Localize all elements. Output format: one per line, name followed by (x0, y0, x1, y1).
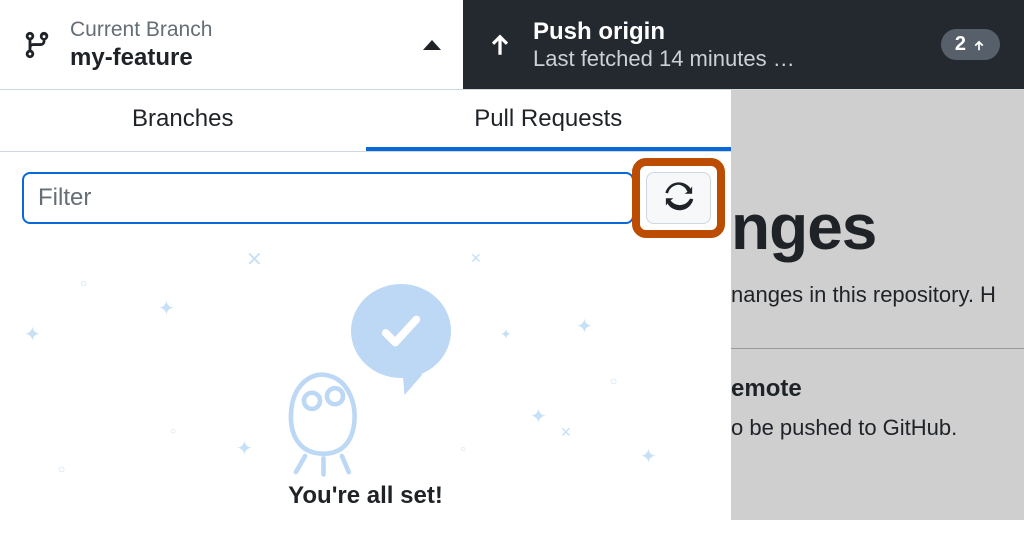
branch-text: Current Branch my-feature (70, 18, 405, 72)
bg-section-title-fragment: emote (731, 375, 1024, 403)
sync-icon (664, 181, 694, 216)
bg-heading-fragment: nges (731, 190, 1024, 264)
push-up-arrow-icon (487, 32, 513, 58)
illustration (266, 284, 466, 464)
branch-name: my-feature (70, 44, 405, 72)
push-text: Push origin Last fetched 14 minutes … (533, 18, 921, 72)
bg-sub-fragment: nanges in this repository. H (731, 282, 1024, 308)
robot-illustration (276, 364, 371, 484)
tabs: Branches Pull Requests (0, 90, 731, 152)
refresh-button[interactable] (646, 172, 711, 224)
top-toolbar: Current Branch my-feature Push origin La… (0, 0, 1024, 90)
current-branch-selector[interactable]: Current Branch my-feature (0, 0, 463, 89)
push-count-badge: 2 (941, 29, 1000, 60)
bg-section-body-fragment: o be pushed to GitHub. (731, 415, 1024, 441)
git-branch-icon (22, 30, 52, 60)
background-content: nges nanges in this repository. H emote … (731, 90, 1024, 520)
tab-pull-requests[interactable]: Pull Requests (366, 90, 732, 151)
chevron-up-icon (423, 40, 441, 50)
push-subtitle: Last fetched 14 minutes … (533, 46, 823, 72)
empty-state-heading: You're all set! (0, 482, 731, 510)
push-title: Push origin (533, 18, 921, 46)
arrow-up-icon (972, 38, 986, 52)
filter-row (0, 152, 731, 244)
branch-dropdown-panel: Branches Pull Requests ✦ ○ ○ ✦ ✕ ○ ✦ ✕ ✦… (0, 90, 731, 520)
empty-state: ✦ ○ ○ ✦ ✕ ○ ✦ ✕ ✦ ✦ ✦ ✕ ○ ✦ ○ (0, 244, 731, 534)
filter-input[interactable] (22, 172, 634, 224)
push-origin-button[interactable]: Push origin Last fetched 14 minutes … 2 (463, 0, 1024, 89)
push-count: 2 (955, 33, 966, 56)
tab-branches[interactable]: Branches (0, 90, 366, 151)
branch-label: Current Branch (70, 18, 405, 42)
